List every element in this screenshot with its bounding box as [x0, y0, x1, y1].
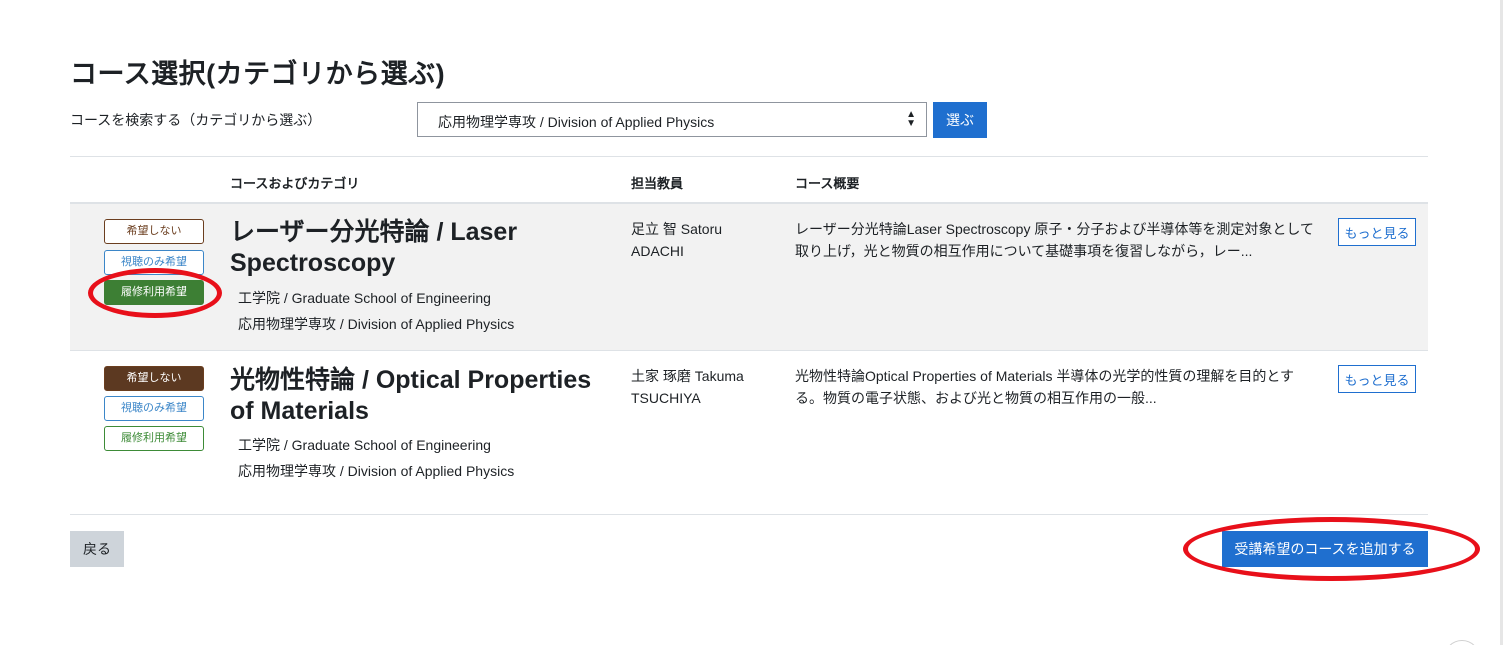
course-faculty: 工学院 / Graduate School of Engineering: [238, 437, 491, 453]
course-summary: レーザー分光特論Laser Spectroscopy 原子・分子および半導体等を…: [795, 221, 1314, 259]
column-header-course: コースおよびカテゴリ: [230, 176, 360, 191]
category-select-value: 応用物理学専攻 / Division of Applied Physics: [438, 114, 715, 130]
table-row: 希望しない 視聴のみ希望 履修利用希望 レーザー分光特論 / Laser Spe…: [70, 204, 1428, 350]
course-teacher: 足立 智 Satoru ADACHI: [631, 221, 723, 259]
column-header-teacher: 担当教員: [631, 176, 684, 191]
course-faculty: 工学院 / Graduate School of Engineering: [238, 290, 491, 306]
course-title[interactable]: レーザー分光特論 / Laser Spectroscopy: [230, 217, 610, 279]
category-select[interactable]: 応用物理学専攻 / Division of Applied Physics ▲ ▼: [417, 102, 927, 137]
category-search-label: コースを検索する（カテゴリから選ぶ）: [70, 112, 322, 128]
no-preference-button[interactable]: 希望しない: [104, 366, 204, 391]
floating-help-button[interactable]: [1444, 640, 1480, 645]
select-category-button[interactable]: 選ぶ: [933, 102, 987, 138]
audit-only-button[interactable]: 視聴のみ希望: [104, 396, 204, 421]
column-header-summary: コース概要: [795, 176, 860, 191]
show-more-button[interactable]: もっと見る: [1338, 218, 1416, 246]
course-division: 応用物理学専攻 / Division of Applied Physics: [238, 463, 515, 479]
take-for-credit-button[interactable]: 履修利用希望: [104, 280, 204, 305]
no-preference-button[interactable]: 希望しない: [104, 219, 204, 244]
back-button[interactable]: 戻る: [70, 531, 124, 567]
course-selection-page: コース選択(カテゴリから選ぶ) コースを検索する（カテゴリから選ぶ） 応用物理学…: [0, 0, 1504, 645]
scrollbar-edge: [1500, 0, 1503, 645]
up-down-arrows-icon: ▲ ▼: [906, 109, 916, 129]
audit-only-button[interactable]: 視聴のみ希望: [104, 250, 204, 275]
table-bottom-divider: [70, 514, 1428, 515]
add-desired-courses-button[interactable]: 受講希望のコースを追加する: [1222, 531, 1428, 567]
course-teacher: 土家 琢磨 Takuma TSUCHIYA: [631, 368, 744, 406]
course-division: 応用物理学専攻 / Division of Applied Physics: [238, 316, 515, 332]
page-title: コース選択(カテゴリから選ぶ): [70, 59, 446, 89]
table-row: 希望しない 視聴のみ希望 履修利用希望 光物性特論 / Optical Prop…: [70, 350, 1428, 515]
table-divider: [70, 156, 1428, 157]
take-for-credit-button[interactable]: 履修利用希望: [104, 426, 204, 451]
show-more-button[interactable]: もっと見る: [1338, 365, 1416, 393]
course-summary: 光物性特論Optical Properties of Materials 半導体…: [795, 368, 1294, 406]
course-title[interactable]: 光物性特論 / Optical Properties of Materials: [230, 365, 610, 427]
